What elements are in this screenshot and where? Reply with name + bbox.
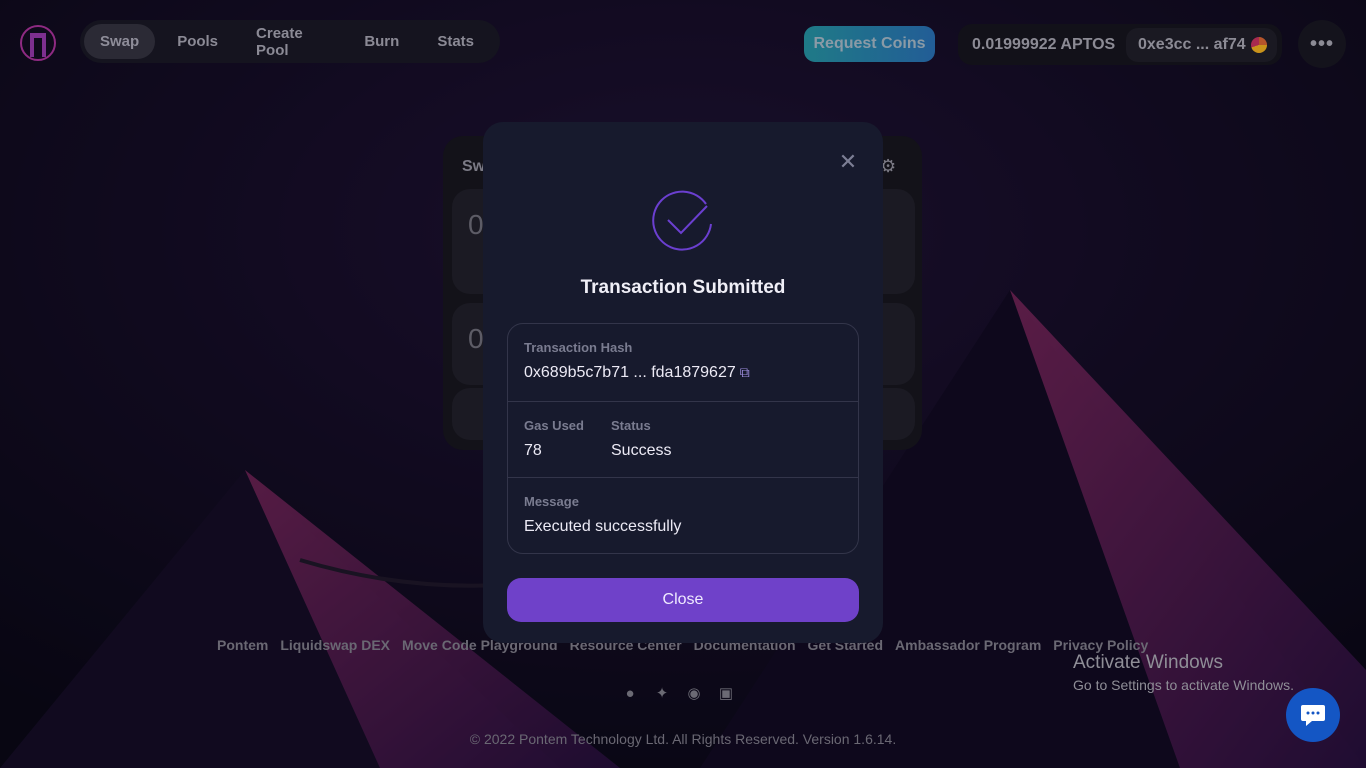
status-value: Success (611, 442, 672, 459)
nav-burn[interactable]: Burn (348, 24, 415, 59)
transaction-details: Transaction Hash 0x689b5c7b71 ... fda187… (507, 323, 859, 554)
close-button[interactable]: Close (507, 578, 859, 622)
footer-link[interactable]: Pontem (217, 637, 268, 653)
nav-create-pool[interactable]: Create Pool (240, 24, 342, 59)
gas-label: Gas Used (524, 418, 584, 433)
message-label: Message (524, 494, 579, 509)
telegram-icon[interactable]: ◉ (685, 684, 703, 702)
swap-title: Sw (462, 158, 486, 175)
from-amount: 0 (468, 209, 484, 240)
status-label: Status (611, 418, 651, 433)
wallet-panel: 0.01999922 APTOS 0xe3cc ... af74 (958, 24, 1282, 65)
main-nav: Swap Pools Create Pool Burn Stats (80, 20, 500, 63)
more-menu-button[interactable]: ••• (1298, 20, 1346, 68)
nav-pools[interactable]: Pools (161, 24, 234, 59)
message-value: Executed successfully (524, 518, 682, 535)
windows-activation-watermark: Activate Windows Go to Settings to activ… (1073, 652, 1294, 693)
wallet-avatar (1250, 36, 1267, 53)
wallet-balance: 0.01999922 APTOS (972, 35, 1116, 53)
activate-title: Activate Windows (1073, 652, 1223, 673)
close-icon[interactable]: ✕ (838, 151, 858, 173)
hash-label: Transaction Hash (524, 340, 633, 355)
transaction-modal: ✕ Transaction Submitted Transaction Hash… (483, 122, 883, 643)
nav-stats[interactable]: Stats (421, 24, 490, 59)
copyright: © 2022 Pontem Technology Ltd. All Rights… (469, 731, 897, 747)
wallet-address-button[interactable]: 0xe3cc ... af74 (1126, 27, 1277, 62)
request-coins-button[interactable]: Request Coins (804, 26, 935, 62)
footer-link[interactable]: Liquidswap DEX (280, 637, 390, 653)
social-links: ● ✦ ◉ ▣ (621, 684, 735, 703)
wallet-address: 0xe3cc ... af74 (1138, 35, 1246, 53)
activate-subtitle: Go to Settings to activate Windows. (1073, 677, 1294, 693)
twitter-icon[interactable]: ✦ (653, 684, 671, 702)
pontem-logo[interactable] (19, 24, 57, 62)
modal-title: Transaction Submitted (580, 277, 786, 298)
chat-icon (1301, 705, 1325, 726)
discord-icon[interactable]: ▣ (717, 684, 735, 702)
success-check-icon (652, 190, 712, 251)
copy-icon[interactable]: ⧉ (740, 364, 750, 380)
transaction-hash: 0x689b5c7b71 ... fda1879627 (524, 364, 736, 381)
github-icon[interactable]: ● (621, 684, 639, 702)
nav-swap[interactable]: Swap (84, 24, 156, 59)
gas-used: 78 (524, 442, 542, 459)
footer-link[interactable]: Privacy Policy (1053, 637, 1148, 653)
footer-link[interactable]: Ambassador Program (895, 637, 1041, 653)
to-amount: 0 (468, 323, 484, 354)
chat-button[interactable] (1286, 688, 1340, 742)
